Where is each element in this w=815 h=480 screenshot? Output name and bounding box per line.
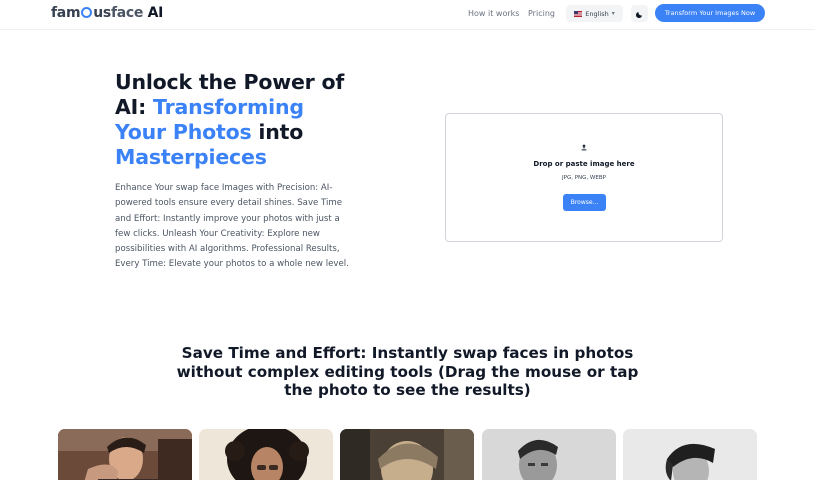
top-nav: fam usface AI How it works Pricing Englis…: [0, 0, 815, 30]
hero-title-ai: AI:: [115, 95, 147, 119]
browse-button[interactable]: Browse...: [563, 194, 606, 211]
nav-link-pricing[interactable]: Pricing: [528, 9, 555, 18]
supported-formats: JPG, PNG, WEBP: [562, 175, 606, 181]
logo-text-ai: AI: [143, 5, 164, 21]
hero-title: Unlock the Power of AI: Transforming Your…: [115, 70, 375, 170]
example-photo-2[interactable]: [199, 429, 333, 480]
dropzone-instructions: Drop or paste image here: [533, 160, 635, 168]
hero-title-highlight-3: Masterpieces: [115, 145, 267, 169]
logo-text-us: us: [93, 5, 111, 21]
transform-images-button[interactable]: Transform Your Images Now: [655, 4, 765, 22]
theme-toggle-button[interactable]: [631, 5, 648, 22]
image-dropzone[interactable]: Drop or paste image here JPG, PNG, WEBP …: [445, 113, 723, 242]
nav-link-how-it-works[interactable]: How it works: [468, 9, 519, 18]
logo-o-ring-icon: [81, 7, 93, 18]
hero-title-highlight-2: Your Photos: [115, 120, 252, 144]
us-flag-icon: [574, 10, 583, 17]
example-photo-4[interactable]: [482, 429, 616, 480]
chevron-down-icon: ▾: [611, 10, 615, 17]
logo-text-face: face: [110, 5, 144, 21]
hero-title-line1: Unlock the Power of: [115, 70, 345, 94]
hero-title-into: into: [258, 120, 304, 144]
logo-text-fam: fam: [51, 5, 81, 21]
language-label: English: [585, 9, 609, 18]
example-photo-3[interactable]: [340, 429, 474, 480]
section-title: Save Time and Effort: Instantly swap fac…: [176, 344, 639, 399]
example-photo-1[interactable]: [58, 429, 192, 480]
example-photo-5[interactable]: [623, 429, 757, 480]
hero-title-highlight-1: Transforming: [153, 95, 304, 119]
language-selector[interactable]: English ▾: [566, 5, 623, 22]
hero-description: Enhance Your swap face Images with Preci…: [115, 183, 349, 270]
upload-icon: [446, 143, 722, 154]
moon-icon: [635, 11, 642, 18]
logo[interactable]: fam usface AI: [51, 5, 163, 21]
